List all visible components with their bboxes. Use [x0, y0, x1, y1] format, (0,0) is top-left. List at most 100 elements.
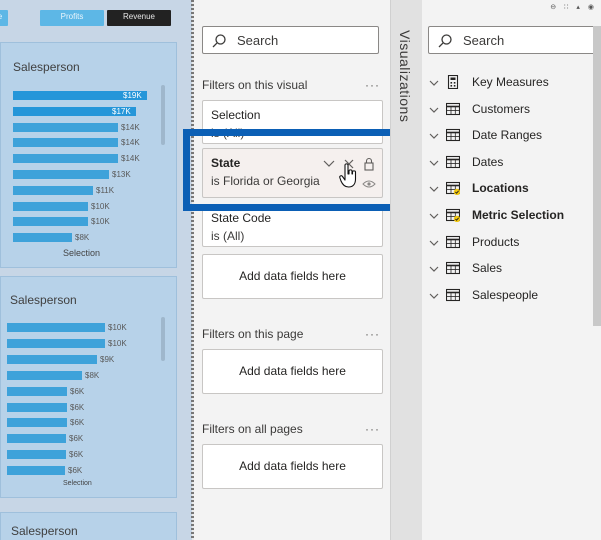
- bar-row[interactable]: $6K: [7, 466, 105, 476]
- table-icon: [446, 288, 460, 301]
- bar-row[interactable]: $19K: [13, 91, 147, 101]
- field-table-name: Key Measures: [472, 75, 549, 89]
- filters-pane: Search Filters on this visual ··· Select…: [194, 0, 390, 540]
- bar-row[interactable]: $8K: [13, 233, 147, 243]
- bar-value-label: $6K: [69, 450, 84, 460]
- field-table-item[interactable]: Customers: [428, 101, 588, 121]
- chart-axis-caption: Selection: [63, 248, 101, 258]
- bar[interactable]: [7, 338, 105, 348]
- bar[interactable]: [13, 233, 72, 243]
- bar[interactable]: [13, 122, 118, 132]
- field-table-item[interactable]: Dates: [428, 154, 588, 174]
- field-table-item[interactable]: Locations: [428, 180, 588, 200]
- field-table-item[interactable]: Salespeople: [428, 287, 588, 307]
- bar-value-label: $14K: [121, 154, 140, 164]
- bar-row[interactable]: $14K: [13, 122, 147, 133]
- filter-value: is (All): [211, 229, 245, 243]
- chevron-down-icon[interactable]: [428, 130, 440, 142]
- search-placeholder: Search: [463, 33, 505, 48]
- chart-title: Salesperson: [13, 60, 80, 74]
- filter-card-state-code[interactable]: State Code is (All): [202, 205, 383, 247]
- bar-row[interactable]: $6K: [7, 402, 105, 413]
- bar[interactable]: [7, 323, 105, 332]
- bar[interactable]: [7, 370, 82, 380]
- chart-scrollbar[interactable]: [161, 317, 165, 361]
- bar-row[interactable]: $14K: [13, 154, 147, 164]
- top-buttons: e Profits Revenue: [0, 0, 192, 26]
- bar-row[interactable]: $14K: [13, 138, 147, 148]
- bar-row[interactable]: $6K: [7, 386, 105, 397]
- bar[interactable]: [13, 138, 118, 148]
- chevron-down-icon[interactable]: [428, 290, 440, 302]
- bar-row[interactable]: $10K: [13, 217, 147, 227]
- bar[interactable]: [7, 450, 66, 460]
- bar-value-label: $6K: [70, 402, 85, 412]
- bar-value-label: $10K: [91, 201, 110, 211]
- field-table-item[interactable]: Date Ranges: [428, 127, 588, 147]
- drop-zone-visual[interactable]: Add data fields here: [202, 254, 383, 299]
- bar[interactable]: [7, 466, 65, 476]
- bar[interactable]: [13, 185, 93, 195]
- chevron-down-icon[interactable]: [428, 237, 440, 249]
- highlight-box: [183, 129, 407, 211]
- bar-row[interactable]: $13K: [13, 170, 147, 180]
- chevron-down-icon[interactable]: [428, 263, 440, 275]
- drop-zone-label: Add data fields here: [239, 459, 346, 473]
- salesperson-chart-3[interactable]: Salesperson: [0, 512, 177, 540]
- drop-zone-page[interactable]: Add data fields here: [202, 349, 383, 394]
- bar-value-label: $10K: [91, 217, 110, 227]
- bar-row[interactable]: $6K: [7, 434, 105, 444]
- bar-row[interactable]: $10K: [13, 201, 147, 212]
- bar-row[interactable]: $17K: [13, 106, 147, 117]
- field-table-item[interactable]: Key Measures: [428, 74, 588, 94]
- chevron-down-icon[interactable]: [428, 210, 440, 222]
- bar-value-label: $6K: [68, 466, 83, 476]
- revenue-button[interactable]: Revenue: [107, 10, 171, 26]
- salesperson-chart-2[interactable]: Salesperson $10K $10K $9K $8K $6K $6K $6K $6K $6…: [0, 276, 177, 498]
- bar-row[interactable]: $9K: [7, 354, 114, 365]
- chevron-down-icon[interactable]: [428, 183, 440, 195]
- filters-search-input[interactable]: Search: [202, 26, 379, 54]
- bar[interactable]: [7, 418, 67, 428]
- table-icon: [446, 129, 460, 142]
- bar[interactable]: [7, 386, 67, 396]
- bar-row[interactable]: $11K: [13, 185, 147, 196]
- chevron-down-icon[interactable]: [428, 77, 440, 89]
- salesperson-chart-1[interactable]: Salesperson $19K $17K $14K $14K $14K $13K $11K…: [0, 42, 177, 268]
- bar[interactable]: [13, 154, 118, 164]
- chart-scrollbar[interactable]: [161, 85, 165, 145]
- filter-name: Selection: [211, 108, 261, 122]
- bar[interactable]: [13, 217, 88, 227]
- more-options-icon[interactable]: ···: [365, 422, 380, 436]
- filters-on-all-pages-heading: Filters on all pages: [202, 422, 303, 436]
- chart-axis-caption: Selection: [63, 480, 92, 487]
- drop-zone-all-pages[interactable]: Add data fields here: [202, 444, 383, 489]
- bar[interactable]: [7, 354, 97, 364]
- field-table-item[interactable]: Sales: [428, 260, 588, 280]
- visualizations-tab[interactable]: Visualizations: [390, 0, 422, 540]
- bar[interactable]: [7, 402, 67, 412]
- fields-pane: ⊖ ∷ ▴ ◉ Search Key Measures Customers Date…: [422, 0, 601, 540]
- bar[interactable]: [13, 170, 109, 179]
- bar-row[interactable]: $8K: [7, 370, 105, 381]
- bar-value-label: $6K: [70, 386, 85, 396]
- fields-scrollbar[interactable]: [593, 26, 601, 326]
- bar-row[interactable]: $6K: [7, 418, 105, 428]
- edge-button[interactable]: e: [0, 10, 8, 26]
- field-table-item[interactable]: Metric Selection: [428, 207, 588, 227]
- bar-row[interactable]: $10K: [7, 338, 127, 349]
- bar-value-label: $6K: [70, 418, 85, 428]
- more-options-icon[interactable]: ···: [365, 327, 380, 341]
- field-table-item[interactable]: Products: [428, 234, 588, 254]
- more-options-icon[interactable]: ···: [365, 78, 380, 92]
- bar-value-label: $10K: [108, 323, 127, 332]
- bar-row[interactable]: $6K: [7, 450, 105, 460]
- bar[interactable]: [7, 434, 66, 444]
- bar[interactable]: [13, 201, 88, 211]
- chevron-down-icon[interactable]: [428, 157, 440, 169]
- bar-row[interactable]: $10K: [7, 323, 127, 333]
- fields-search-input[interactable]: Search: [428, 26, 598, 54]
- profits-button[interactable]: Profits: [40, 10, 104, 26]
- chevron-down-icon[interactable]: [428, 104, 440, 116]
- filters-on-page-heading: Filters on this page: [202, 327, 304, 341]
